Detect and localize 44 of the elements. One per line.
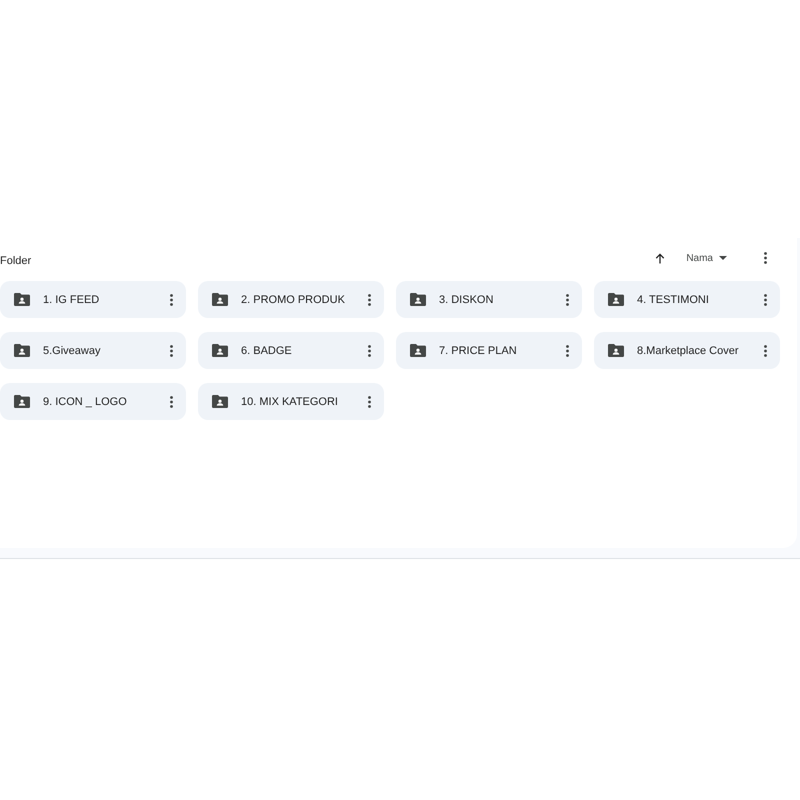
folder-card[interactable]: 4. TESTIMONI — [594, 281, 780, 318]
more-icon — [368, 294, 370, 306]
folder-name: 6. BADGE — [241, 344, 293, 356]
folder-card[interactable]: 9. ICON _ LOGO — [0, 383, 186, 420]
folder-card[interactable]: 6. BADGE — [198, 332, 384, 369]
folder-card[interactable]: 10. MIX KATEGORI — [198, 383, 384, 420]
folder-card[interactable]: 5.Giveaway — [0, 332, 186, 369]
more-icon — [764, 252, 766, 264]
folder-name: 8.Marketplace Cover — [637, 344, 740, 356]
folder-icon — [410, 344, 426, 357]
folder-name: 5.Giveaway — [43, 344, 102, 356]
folder-icon — [608, 293, 624, 306]
folder-icon — [608, 344, 624, 357]
more-icon — [368, 344, 370, 356]
more-icon — [368, 396, 370, 408]
folder-name: 9. ICON _ LOGO — [43, 396, 128, 408]
folder-icon — [212, 395, 228, 408]
more-icon — [170, 396, 172, 408]
folder-card[interactable]: 8.Marketplace Cover — [594, 332, 780, 369]
more-icon — [170, 344, 172, 356]
folder-icon — [410, 293, 426, 306]
folder-name: 4. TESTIMONI — [637, 294, 710, 306]
more-icon — [170, 294, 172, 306]
more-icon — [764, 344, 766, 356]
folder-card[interactable]: 1. IG FEED — [0, 281, 186, 318]
folder-icon — [14, 344, 30, 357]
folder-icon — [14, 395, 30, 408]
folder-name: 1. IG FEED — [43, 294, 100, 306]
folder-name: 2. PROMO PRODUK — [241, 294, 346, 306]
folder-name: 7. PRICE PLAN — [439, 344, 518, 356]
folder-name: 10. MIX KATEGORI — [241, 396, 339, 408]
more-icon — [566, 294, 568, 306]
more-icon — [566, 344, 568, 356]
more-icon — [764, 294, 766, 306]
sort-by-button[interactable]: Nama — [680, 247, 733, 269]
folder-name: 3. DISKON — [439, 294, 494, 306]
folder-card[interactable]: 2. PROMO PRODUK — [198, 281, 384, 318]
folder-icon — [212, 344, 228, 357]
section-title: Folder — [0, 254, 32, 266]
folder-card[interactable]: 7. PRICE PLAN — [396, 332, 582, 369]
folder-card[interactable]: 3. DISKON — [396, 281, 582, 318]
caret-icon — [719, 256, 727, 260]
folder-icon — [14, 293, 30, 306]
folder-icon — [212, 293, 228, 306]
